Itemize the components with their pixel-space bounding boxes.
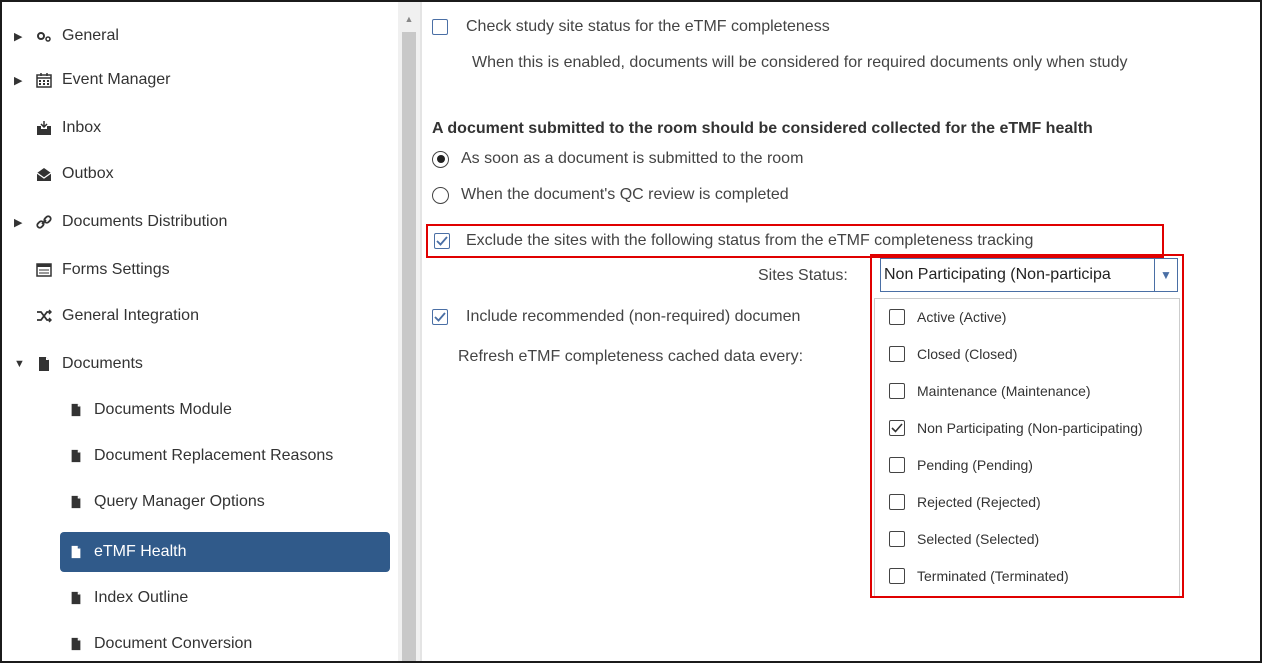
radio-qc-label: When the document's QC review is complet…: [461, 186, 789, 203]
document-icon: [36, 356, 52, 372]
panel-divider: [420, 2, 422, 661]
sidebar-item-documents[interactable]: ▼ Documents: [14, 342, 143, 386]
radio-qc-row[interactable]: When the document's QC review is complet…: [432, 186, 789, 204]
scrollbar-thumb[interactable]: [402, 32, 416, 661]
calendar-icon: [36, 72, 52, 88]
expand-arrow-icon[interactable]: ▶: [14, 74, 24, 87]
sidebar-item-label: Index Outline: [94, 589, 189, 606]
exclude-sites-label: Exclude the sites with the following sta…: [466, 232, 1034, 249]
radio-submitted[interactable]: [432, 150, 449, 168]
sidebar-item-label: Inbox: [62, 119, 102, 136]
collapse-arrow-icon[interactable]: ▼: [14, 358, 25, 370]
link-icon: [36, 214, 52, 230]
sidebar-item-label: Document Conversion: [94, 635, 253, 652]
refresh-label: Refresh eTMF completeness cached data ev…: [458, 348, 804, 365]
sites-status-label: Sites Status:: [758, 267, 848, 284]
outbox-icon: [36, 166, 52, 182]
sidebar-item-etmf-health[interactable]: eTMF Health: [60, 532, 390, 572]
sidebar-item-label: eTMF Health: [94, 543, 187, 560]
description-text: When this is enabled, documents will be …: [472, 54, 1128, 71]
gears-icon: [36, 28, 52, 44]
sidebar-item-document-conversion[interactable]: Document Conversion: [68, 622, 253, 661]
sidebar-nav: ▶ General ▶ Event Manager Inbox Outbox ▶…: [2, 2, 398, 661]
sidebar-item-label: Document Replacement Reasons: [94, 447, 334, 464]
sidebar-item-document-replacement-reasons[interactable]: Document Replacement Reasons: [68, 434, 333, 478]
sidebar-item-event-manager[interactable]: ▶ Event Manager: [14, 58, 171, 102]
radio-submitted-row[interactable]: As soon as a document is submitted to th…: [432, 150, 803, 168]
check-site-status-checkbox[interactable]: [432, 19, 448, 35]
document-icon: [68, 494, 84, 510]
sidebar-item-index-outline[interactable]: Index Outline: [68, 576, 188, 620]
inbox-icon: [36, 120, 52, 136]
radio-submitted-label: As soon as a document is submitted to th…: [461, 150, 804, 167]
sidebar-item-label: Documents Module: [94, 401, 232, 418]
sidebar-item-label: General Integration: [62, 307, 199, 324]
shuffle-icon: [36, 308, 52, 324]
include-recommended-row[interactable]: Include recommended (non-required) docum…: [432, 308, 800, 326]
document-icon: [68, 544, 84, 560]
document-icon: [68, 448, 84, 464]
check-site-status-description: When this is enabled, documents will be …: [472, 54, 1127, 72]
section-heading: A document submitted to the room should …: [432, 120, 1093, 137]
sidebar-item-general[interactable]: ▶ General: [14, 14, 119, 58]
sites-status-label-row: Sites Status:: [758, 267, 848, 285]
app-frame: ▶ General ▶ Event Manager Inbox Outbox ▶…: [0, 0, 1262, 663]
form-icon: [36, 262, 52, 278]
collected-heading: A document submitted to the room should …: [432, 120, 1093, 138]
sidebar-item-label: Documents: [62, 355, 143, 372]
radio-qc-completed[interactable]: [432, 186, 449, 204]
checkmark-icon: [434, 312, 446, 322]
sidebar-item-label: Outbox: [62, 165, 114, 182]
sidebar-item-forms-settings[interactable]: Forms Settings: [36, 248, 170, 292]
sidebar-item-documents-distribution[interactable]: ▶ Documents Distribution: [14, 200, 227, 244]
include-recommended-label: Include recommended (non-required) docum…: [466, 308, 801, 325]
sidebar-item-outbox[interactable]: Outbox: [36, 152, 114, 196]
expand-arrow-icon[interactable]: ▶: [14, 30, 24, 43]
document-icon: [68, 636, 84, 652]
scroll-up-icon[interactable]: ▲: [402, 12, 416, 26]
sidebar-item-query-manager-options[interactable]: Query Manager Options: [68, 480, 265, 524]
sidebar-item-label: Forms Settings: [62, 261, 170, 278]
exclude-sites-checkbox[interactable]: [434, 233, 450, 249]
sidebar-item-inbox[interactable]: Inbox: [36, 106, 101, 150]
document-icon: [68, 402, 84, 418]
sidebar-item-general-integration[interactable]: General Integration: [36, 294, 199, 338]
check-site-status-row[interactable]: Check study site status for the eTMF com…: [432, 18, 830, 36]
highlight-box-dropdown: [870, 254, 1184, 598]
exclude-sites-row[interactable]: Exclude the sites with the following sta…: [434, 232, 1033, 250]
sidebar-item-documents-module[interactable]: Documents Module: [68, 388, 232, 432]
check-site-status-label: Check study site status for the eTMF com…: [466, 18, 830, 35]
sidebar-item-label: General: [62, 27, 119, 44]
sidebar-item-label: Documents Distribution: [62, 213, 228, 230]
sidebar-item-label: Query Manager Options: [94, 493, 265, 510]
refresh-row: Refresh eTMF completeness cached data ev…: [458, 348, 803, 366]
document-icon: [68, 590, 84, 606]
expand-arrow-icon[interactable]: ▶: [14, 216, 24, 229]
checkmark-icon: [436, 236, 448, 246]
sidebar-item-label: Event Manager: [62, 71, 171, 88]
radio-selected-dot: [436, 155, 445, 163]
include-recommended-checkbox[interactable]: [432, 309, 448, 325]
